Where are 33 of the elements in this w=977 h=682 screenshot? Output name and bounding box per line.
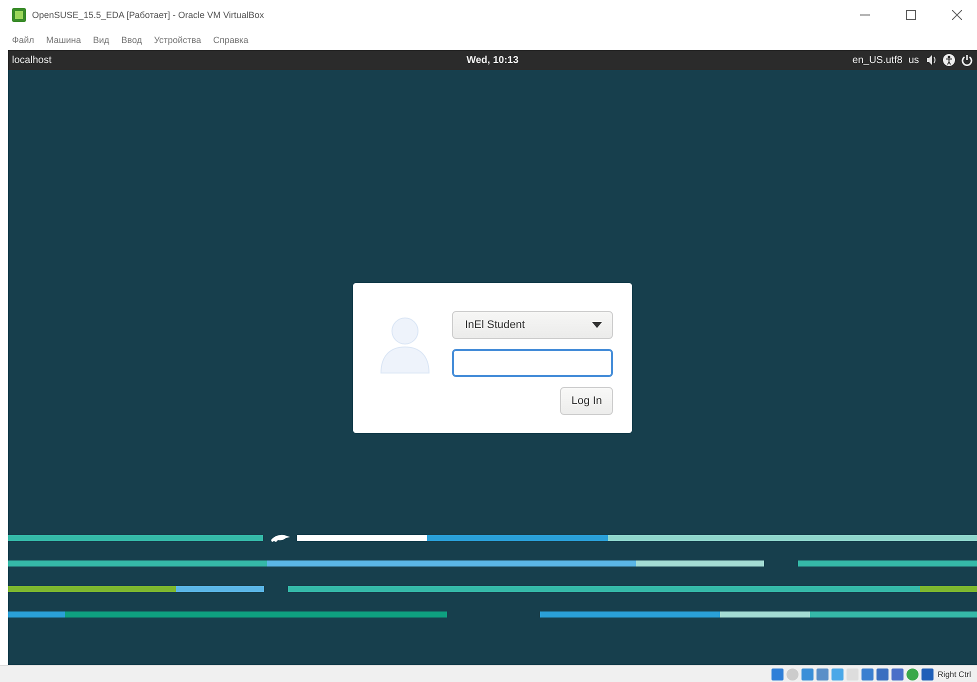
square-icon[interactable] bbox=[800, 668, 814, 680]
caret-icon bbox=[592, 322, 602, 328]
menu-item[interactable]: Машина bbox=[46, 35, 81, 45]
power-icon[interactable] bbox=[961, 54, 973, 66]
hostname: localhost bbox=[12, 54, 52, 66]
clock: Wed, 10:13 bbox=[466, 54, 519, 66]
password-field[interactable] bbox=[452, 349, 613, 377]
maximize-icon bbox=[906, 10, 916, 20]
square-icon[interactable] bbox=[770, 668, 784, 680]
login-button[interactable]: Log In bbox=[560, 387, 613, 415]
app-icon bbox=[12, 8, 26, 22]
menu-item[interactable]: Файл bbox=[12, 35, 34, 45]
menu-item[interactable]: Справка bbox=[213, 35, 248, 45]
avatar-icon bbox=[379, 315, 431, 375]
close-icon bbox=[952, 10, 962, 20]
square-icon[interactable] bbox=[860, 668, 874, 680]
square-icon[interactable] bbox=[816, 668, 829, 680]
square-icon[interactable] bbox=[830, 668, 844, 680]
menu-item[interactable]: Устройства bbox=[154, 35, 202, 45]
user-dropdown[interactable]: InEl Student bbox=[452, 311, 613, 339]
square-icon[interactable] bbox=[920, 668, 934, 680]
square-icon[interactable] bbox=[876, 668, 889, 680]
speaker-icon[interactable] bbox=[925, 54, 937, 66]
accessibility-icon[interactable] bbox=[943, 54, 955, 66]
square-icon[interactable] bbox=[890, 668, 904, 680]
host-key-label: Right Ctrl bbox=[938, 670, 971, 678]
keyboard-layout[interactable]: us bbox=[908, 54, 919, 66]
locale-label[interactable]: en_US.utf8 bbox=[852, 54, 902, 66]
circle-icon[interactable] bbox=[906, 668, 919, 680]
gecko-icon bbox=[271, 534, 290, 542]
menu-item[interactable]: Вид bbox=[92, 35, 110, 45]
menu-item[interactable]: Ввод bbox=[121, 35, 142, 45]
window-title: OpenSUSE_15.5_EDA [Работает] - Oracle VM VirtualBox bbox=[32, 10, 265, 20]
